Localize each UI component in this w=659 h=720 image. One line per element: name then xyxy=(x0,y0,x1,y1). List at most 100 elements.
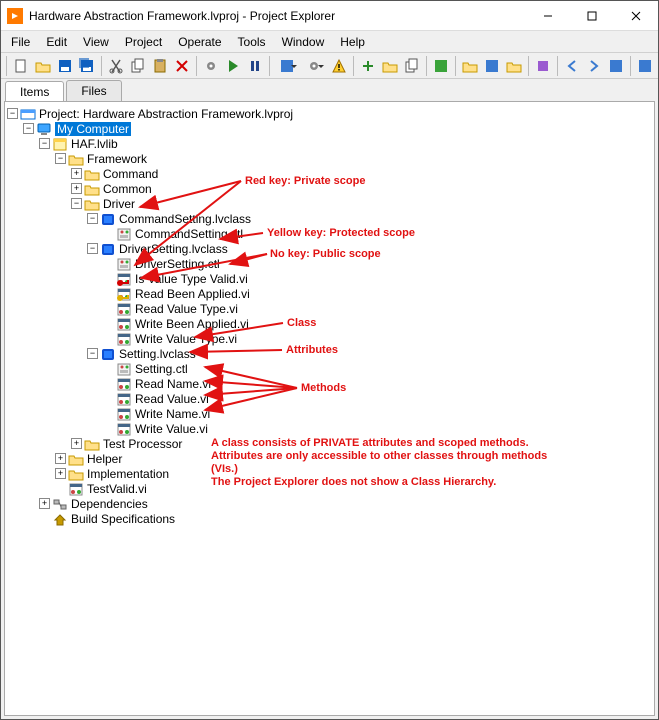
node-helper[interactable]: + Helper xyxy=(7,451,652,466)
class-icon xyxy=(100,347,116,361)
node-label: Command xyxy=(103,167,158,181)
tool-saveall[interactable] xyxy=(77,55,97,77)
menu-help[interactable]: Help xyxy=(332,33,373,51)
node-read-value[interactable]: Read Value.vi xyxy=(7,391,652,406)
menu-view[interactable]: View xyxy=(75,33,117,51)
twisty-icon[interactable]: + xyxy=(71,183,82,194)
twisty-icon[interactable]: − xyxy=(55,153,66,164)
tool-d[interactable] xyxy=(482,55,502,77)
tab-files[interactable]: Files xyxy=(66,80,121,101)
twisty-icon[interactable]: + xyxy=(55,468,66,479)
node-setting-ctl[interactable]: Setting.ctl xyxy=(7,361,652,376)
node-test-processor[interactable]: + Test Processor xyxy=(7,436,652,451)
node-my-computer[interactable]: − My Computer xyxy=(7,121,652,136)
tool-compile[interactable] xyxy=(201,55,221,77)
menu-file[interactable]: File xyxy=(3,33,38,51)
maximize-button[interactable] xyxy=(570,1,614,31)
tool-filter-drop[interactable] xyxy=(302,55,327,77)
twisty-icon[interactable]: − xyxy=(87,348,98,359)
node-label: Dependencies xyxy=(71,497,148,511)
node-write-been-applied[interactable]: Write Been Applied.vi xyxy=(7,316,652,331)
tool-resolve[interactable] xyxy=(245,55,265,77)
tool-copy[interactable] xyxy=(128,55,148,77)
node-label: Build Specifications xyxy=(71,512,175,526)
close-button[interactable] xyxy=(614,1,658,31)
node-implementation[interactable]: + Implementation xyxy=(7,466,652,481)
tool-save[interactable] xyxy=(55,55,75,77)
twisty-icon[interactable]: + xyxy=(71,438,82,449)
folder-icon xyxy=(68,152,84,166)
menu-operate[interactable]: Operate xyxy=(170,33,229,51)
vi-icon xyxy=(116,407,132,421)
tool-new[interactable] xyxy=(11,55,31,77)
titlebar: Hardware Abstraction Framework.lvproj - … xyxy=(1,1,658,31)
node-framework[interactable]: − Framework xyxy=(7,151,652,166)
menu-edit[interactable]: Edit xyxy=(38,33,75,51)
tool-svn-drop[interactable] xyxy=(274,55,299,77)
node-dependencies[interactable]: + Dependencies xyxy=(7,496,652,511)
node-write-name[interactable]: Write Name.vi xyxy=(7,406,652,421)
node-driversetting-class[interactable]: − DriverSetting.lvclass xyxy=(7,241,652,256)
twisty-icon[interactable]: − xyxy=(87,213,98,224)
twisty-icon[interactable]: − xyxy=(71,198,82,209)
minimize-button[interactable] xyxy=(526,1,570,31)
node-read-been-applied[interactable]: Read Been Applied.vi xyxy=(7,286,652,301)
twisty-icon[interactable]: − xyxy=(23,123,34,134)
tool-undo[interactable] xyxy=(562,55,582,77)
vi-icon xyxy=(116,317,132,331)
node-is-value-type-valid[interactable]: Is Value Type Valid.vi xyxy=(7,271,652,286)
twisty-icon[interactable]: + xyxy=(71,168,82,179)
tool-run[interactable] xyxy=(223,55,243,77)
node-testvalid[interactable]: TestValid.vi xyxy=(7,481,652,496)
menu-window[interactable]: Window xyxy=(274,33,333,51)
tool-green[interactable] xyxy=(431,55,451,77)
vi-icon xyxy=(68,482,84,496)
ctl-icon xyxy=(116,227,132,241)
twisty-icon[interactable]: + xyxy=(55,453,66,464)
node-commandsetting-class[interactable]: − CommandSetting.lvclass xyxy=(7,211,652,226)
node-commandsetting-ctl[interactable]: CommandSetting.ctl xyxy=(7,226,652,241)
menu-tools[interactable]: Tools xyxy=(230,33,274,51)
tool-redo[interactable] xyxy=(584,55,604,77)
node-write-value[interactable]: Write Value.vi xyxy=(7,421,652,436)
node-command[interactable]: + Command xyxy=(7,166,652,181)
toolbar xyxy=(1,53,658,79)
twisty-icon[interactable]: − xyxy=(7,108,18,119)
node-label: Read Value.vi xyxy=(135,392,209,406)
node-label: Write Value.vi xyxy=(135,422,208,436)
node-label: Helper xyxy=(87,452,122,466)
node-read-name[interactable]: Read Name.vi xyxy=(7,376,652,391)
tool-add[interactable] xyxy=(358,55,378,77)
node-driver[interactable]: − Driver xyxy=(7,196,652,211)
tool-f[interactable] xyxy=(606,55,626,77)
tool-cut[interactable] xyxy=(106,55,126,77)
vi-icon xyxy=(116,332,132,346)
twisty-icon[interactable]: − xyxy=(87,243,98,254)
node-read-value-type[interactable]: Read Value Type.vi xyxy=(7,301,652,316)
tool-warning[interactable] xyxy=(329,55,349,77)
tool-paste[interactable] xyxy=(150,55,170,77)
menu-project[interactable]: Project xyxy=(117,33,170,51)
node-project[interactable]: − Project: Hardware Abstraction Framewor… xyxy=(7,106,652,121)
tool-b[interactable] xyxy=(402,55,422,77)
tool-purple[interactable] xyxy=(533,55,553,77)
project-tree[interactable]: − Project: Hardware Abstraction Framewor… xyxy=(5,102,654,530)
node-setting-class[interactable]: − Setting.lvclass xyxy=(7,346,652,361)
tool-a[interactable] xyxy=(380,55,400,77)
tool-c[interactable] xyxy=(460,55,480,77)
tool-e[interactable] xyxy=(504,55,524,77)
tab-items[interactable]: Items xyxy=(5,81,64,102)
tool-g[interactable] xyxy=(635,55,655,77)
node-driversetting-ctl[interactable]: DriverSetting.ctl xyxy=(7,256,652,271)
tree-panel: − Project: Hardware Abstraction Framewor… xyxy=(4,101,655,716)
node-label: Is Value Type Valid.vi xyxy=(135,272,248,286)
tool-delete[interactable] xyxy=(172,55,192,77)
twisty-icon[interactable]: − xyxy=(39,138,50,149)
class-icon xyxy=(100,212,116,226)
node-haf-lib[interactable]: − HAF.lvlib xyxy=(7,136,652,151)
tool-open[interactable] xyxy=(33,55,53,77)
node-write-value-type[interactable]: Write Value Type.vi xyxy=(7,331,652,346)
node-build-specs[interactable]: Build Specifications xyxy=(7,511,652,526)
node-common[interactable]: + Common xyxy=(7,181,652,196)
twisty-icon[interactable]: + xyxy=(39,498,50,509)
